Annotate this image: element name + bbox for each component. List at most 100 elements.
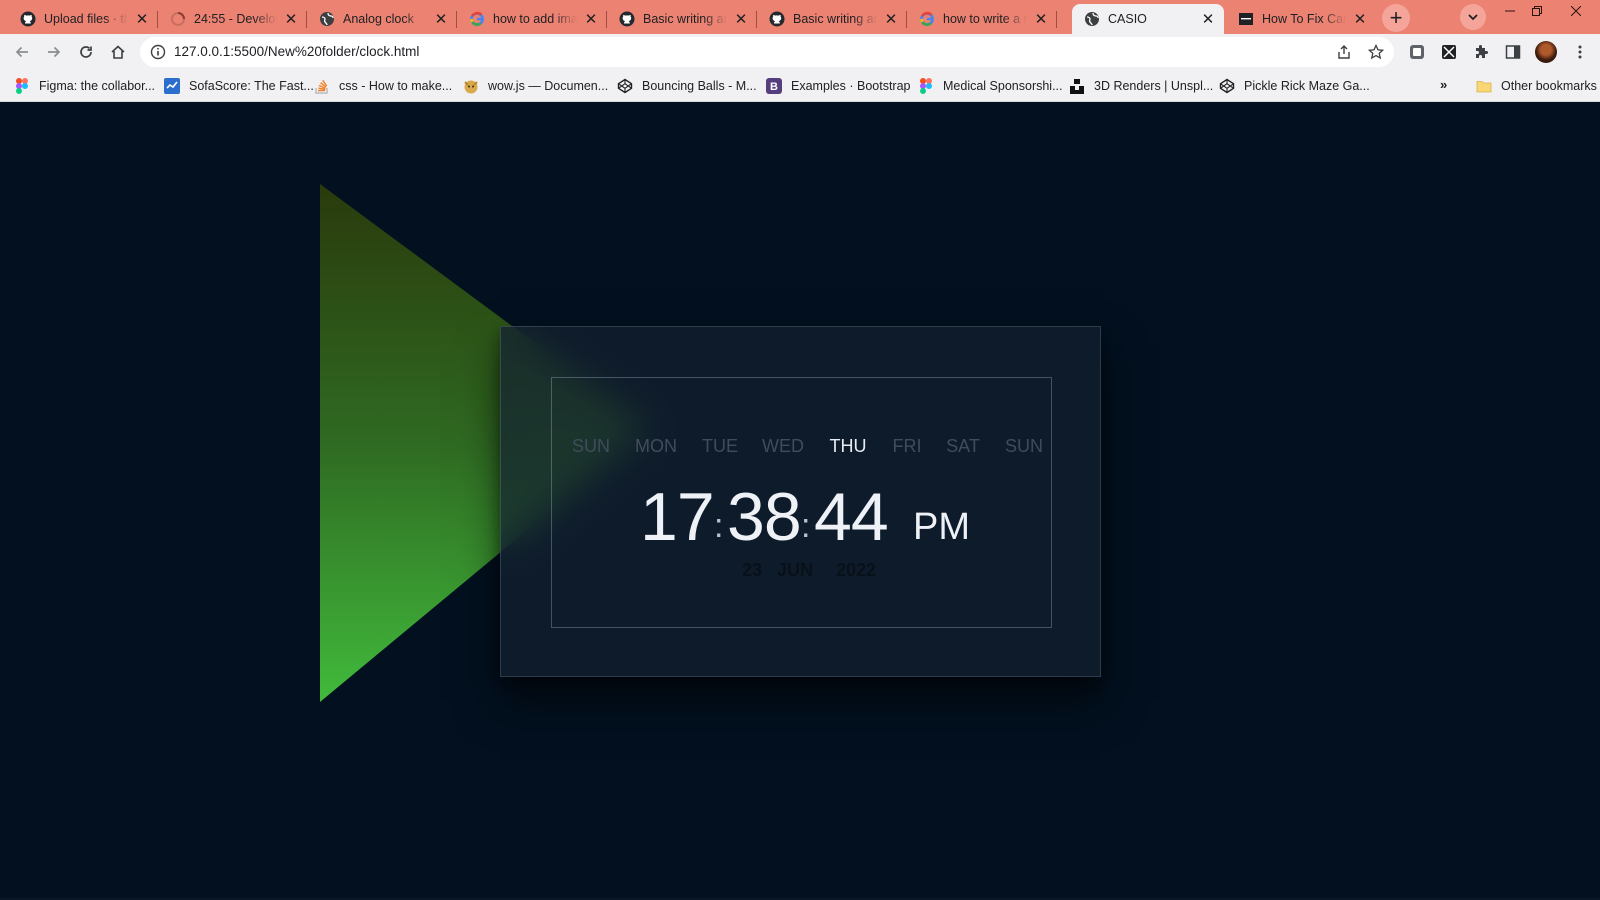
tab-title: How To Fix Cann [1262, 12, 1346, 26]
tab-title: CASIO [1108, 12, 1147, 26]
svg-text:B: B [770, 81, 778, 93]
minutes-value: 38 [727, 479, 802, 555]
bookmark-item[interactable]: Figma: the collabor... [14, 77, 155, 95]
close-icon [1571, 6, 1581, 16]
back-button[interactable] [8, 38, 36, 66]
browser-tab[interactable]: Analog clock ✕ [307, 4, 457, 34]
doge-icon [463, 78, 479, 94]
browser-toolbar: 127.0.0.1:5500/New%20folder/clock.html [0, 34, 1600, 70]
close-window-button[interactable] [1562, 0, 1590, 22]
reload-icon [80, 46, 92, 58]
weekday-label: SUN [571, 436, 611, 456]
figma-icon [918, 78, 934, 94]
menu-icon[interactable] [1570, 42, 1590, 62]
extension-icon[interactable] [1439, 42, 1459, 62]
weekday-label: FRI [892, 436, 922, 456]
date-day: 23 [742, 560, 763, 580]
date-year: 2022 [836, 560, 877, 580]
tab-search-button[interactable] [1460, 4, 1486, 30]
bookmark-item[interactable]: B Examples · Bootstrap [766, 77, 911, 95]
github-icon [769, 11, 785, 27]
clock-card: SUN MON TUE WED THU FRI SAT SUN 17 : 38 … [500, 326, 1101, 677]
puzzle-icon[interactable] [1471, 42, 1491, 62]
bookmark-item[interactable]: Pickle Rick Maze Ga... [1219, 77, 1370, 95]
browser-tab[interactable]: Basic writing and ✕ [757, 4, 907, 34]
page-icon [1238, 11, 1254, 27]
browser-tab[interactable]: how to write a re ✕ [907, 4, 1057, 34]
close-icon[interactable]: ✕ [1352, 11, 1368, 28]
close-icon[interactable]: ✕ [883, 11, 899, 28]
weekday-label: TUE [702, 436, 738, 456]
chevron-down-icon [1468, 14, 1478, 21]
forward-button[interactable] [40, 38, 68, 66]
tab-title: Upload files · the [44, 12, 128, 26]
bookmark-star-icon[interactable] [1367, 43, 1385, 61]
time-display: 17 : 38 : 44 PM [552, 482, 1053, 552]
bookmark-item[interactable]: css - How to make... [314, 77, 452, 95]
close-icon[interactable]: ✕ [733, 11, 749, 28]
bookmark-label: Medical Sponsorshi... [943, 79, 1063, 93]
close-icon[interactable]: ✕ [583, 11, 599, 28]
bookmark-label: Other bookmarks [1501, 79, 1597, 93]
ampm-label: PM [913, 506, 970, 548]
more-bookmarks-button[interactable]: » [1440, 77, 1447, 92]
info-icon[interactable] [150, 44, 166, 60]
stackoverflow-icon [314, 78, 330, 94]
close-icon[interactable]: ✕ [1200, 11, 1216, 28]
browser-tab-active[interactable]: CASIO ✕ [1072, 4, 1224, 34]
arrow-left-icon [15, 46, 28, 58]
other-bookmarks-folder[interactable]: Other bookmarks [1476, 77, 1597, 95]
browser-tab[interactable]: How To Fix Cann ✕ [1226, 4, 1376, 34]
tab-title: 24:55 - Develop [194, 12, 277, 26]
url-text: 127.0.0.1:5500/New%20folder/clock.html [174, 44, 420, 59]
bootstrap-icon: B [766, 78, 782, 94]
bookmark-item[interactable]: 3D Renders | Unspl... [1069, 77, 1213, 95]
restore-button[interactable] [1523, 0, 1551, 22]
folder-icon [1476, 78, 1492, 94]
extension-icon[interactable] [1407, 42, 1427, 62]
home-button[interactable] [104, 38, 132, 66]
bookmark-item[interactable]: wow.js — Documen... [463, 77, 608, 95]
browser-tab[interactable]: Upload files · the ✕ [8, 4, 158, 34]
browser-tab[interactable]: Basic writing and ✕ [607, 4, 757, 34]
tab-title: Basic writing and [793, 12, 877, 26]
github-icon [20, 11, 36, 27]
new-tab-button[interactable]: + [1382, 4, 1410, 32]
date-display: 23 JUN 2022 [552, 560, 1053, 582]
google-icon [919, 11, 935, 27]
close-icon[interactable]: ✕ [283, 11, 299, 28]
bookmark-label: Figma: the collabor... [39, 79, 156, 93]
address-bar[interactable]: 127.0.0.1:5500/New%20folder/clock.html [140, 37, 1394, 67]
close-icon[interactable]: ✕ [134, 11, 150, 28]
date-month: JUN [777, 560, 814, 580]
side-panel-icon[interactable] [1503, 42, 1523, 62]
sofascore-icon [164, 78, 180, 94]
github-icon [619, 11, 635, 27]
close-icon[interactable]: ✕ [1033, 11, 1049, 28]
globe-icon [319, 11, 335, 27]
reload-button[interactable] [72, 38, 100, 66]
figma-icon [14, 78, 30, 94]
bookmark-item[interactable]: Bouncing Balls - M... [617, 77, 757, 95]
globe-icon [1084, 11, 1100, 27]
bookmark-label: SofaScore: The Fast... [189, 79, 314, 93]
weekday-label: WED [762, 436, 804, 456]
browser-tab[interactable]: how to add imag ✕ [457, 4, 607, 34]
tab-title: Analog clock [343, 12, 414, 26]
minimize-button[interactable] [1496, 0, 1524, 22]
page-content: SUN MON TUE WED THU FRI SAT SUN 17 : 38 … [0, 102, 1600, 900]
browser-tab[interactable]: 24:55 - Develop ✕ [158, 4, 307, 34]
hours-value: 17 [640, 479, 715, 555]
bookmark-item[interactable]: Medical Sponsorshi... [918, 77, 1063, 95]
tab-title: Basic writing and [643, 12, 727, 26]
profile-avatar[interactable] [1535, 41, 1557, 63]
tab-title: how to write a re [943, 12, 1027, 26]
share-icon[interactable] [1335, 43, 1353, 61]
bookmark-label: wow.js — Documen... [488, 79, 609, 93]
bookmark-item[interactable]: SofaScore: The Fast... [164, 77, 314, 95]
bookmark-label: css - How to make... [339, 79, 453, 93]
bookmark-label: 3D Renders | Unspl... [1094, 79, 1214, 93]
bookmark-label: Bouncing Balls - M... [642, 79, 757, 93]
bookmark-label: Examples · Bootstrap [791, 79, 911, 93]
close-icon[interactable]: ✕ [433, 11, 449, 28]
